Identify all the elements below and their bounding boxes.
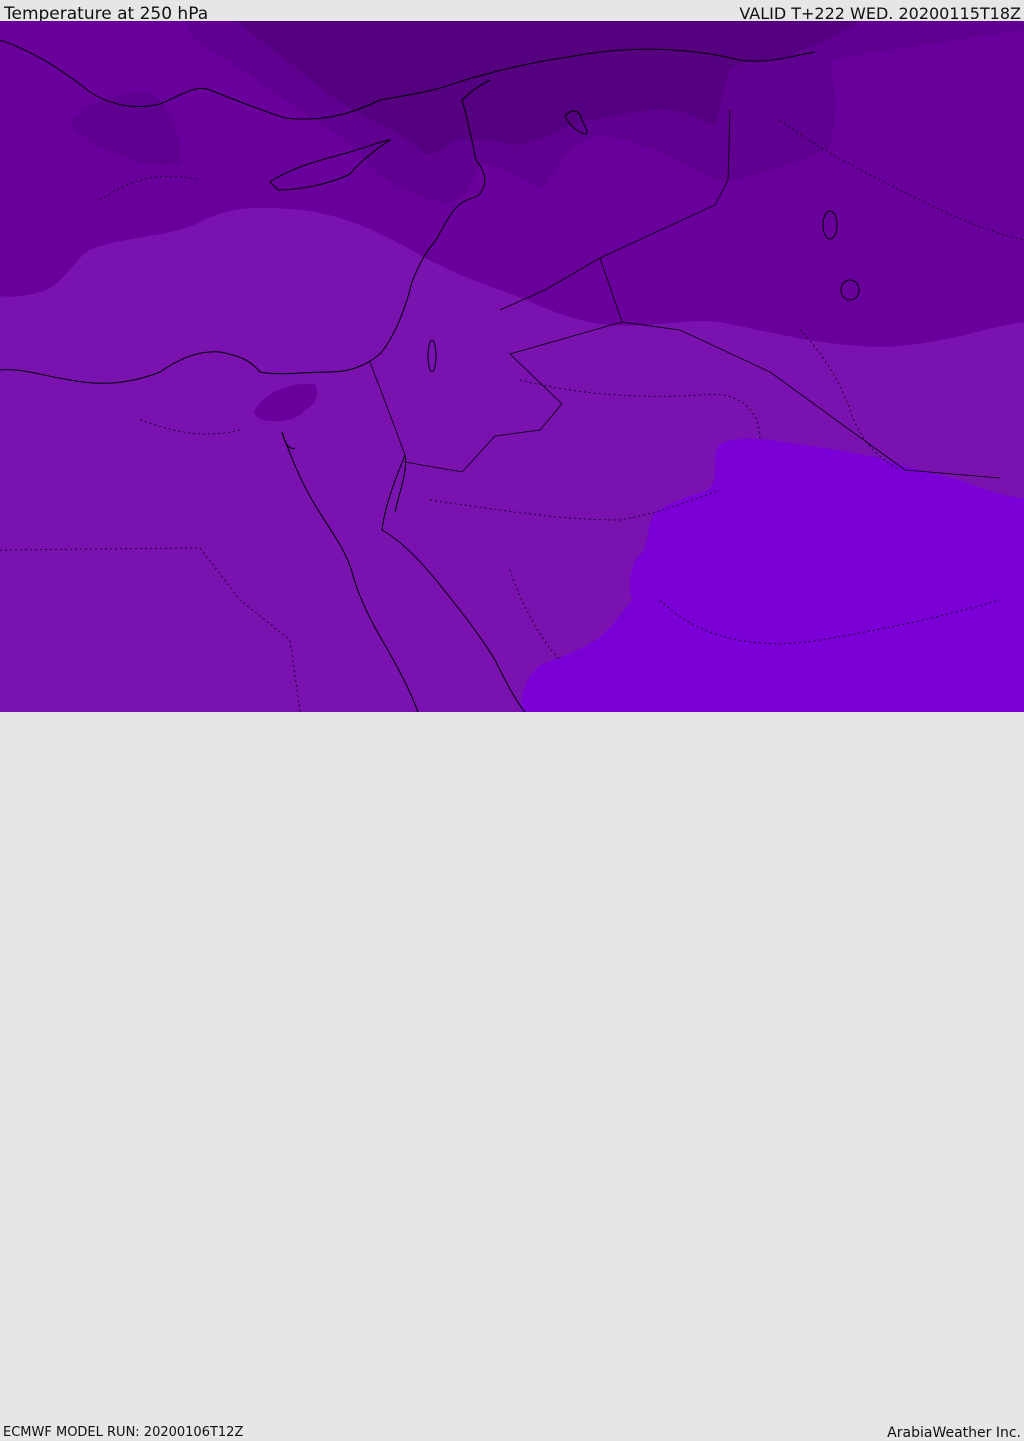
header-bar: Temperature at 250 hPa VALID T+222 WED. … [0, 0, 1024, 24]
model-run: ECMWF MODEL RUN: 20200106T12Z [3, 1425, 244, 1440]
footer-bar: ECMWF MODEL RUN: 20200106T12Z ArabiaWeat… [0, 712, 1024, 1441]
credit-text: ArabiaWeather Inc. [887, 1425, 1021, 1441]
temperature-map[interactable] [0, 21, 1024, 712]
